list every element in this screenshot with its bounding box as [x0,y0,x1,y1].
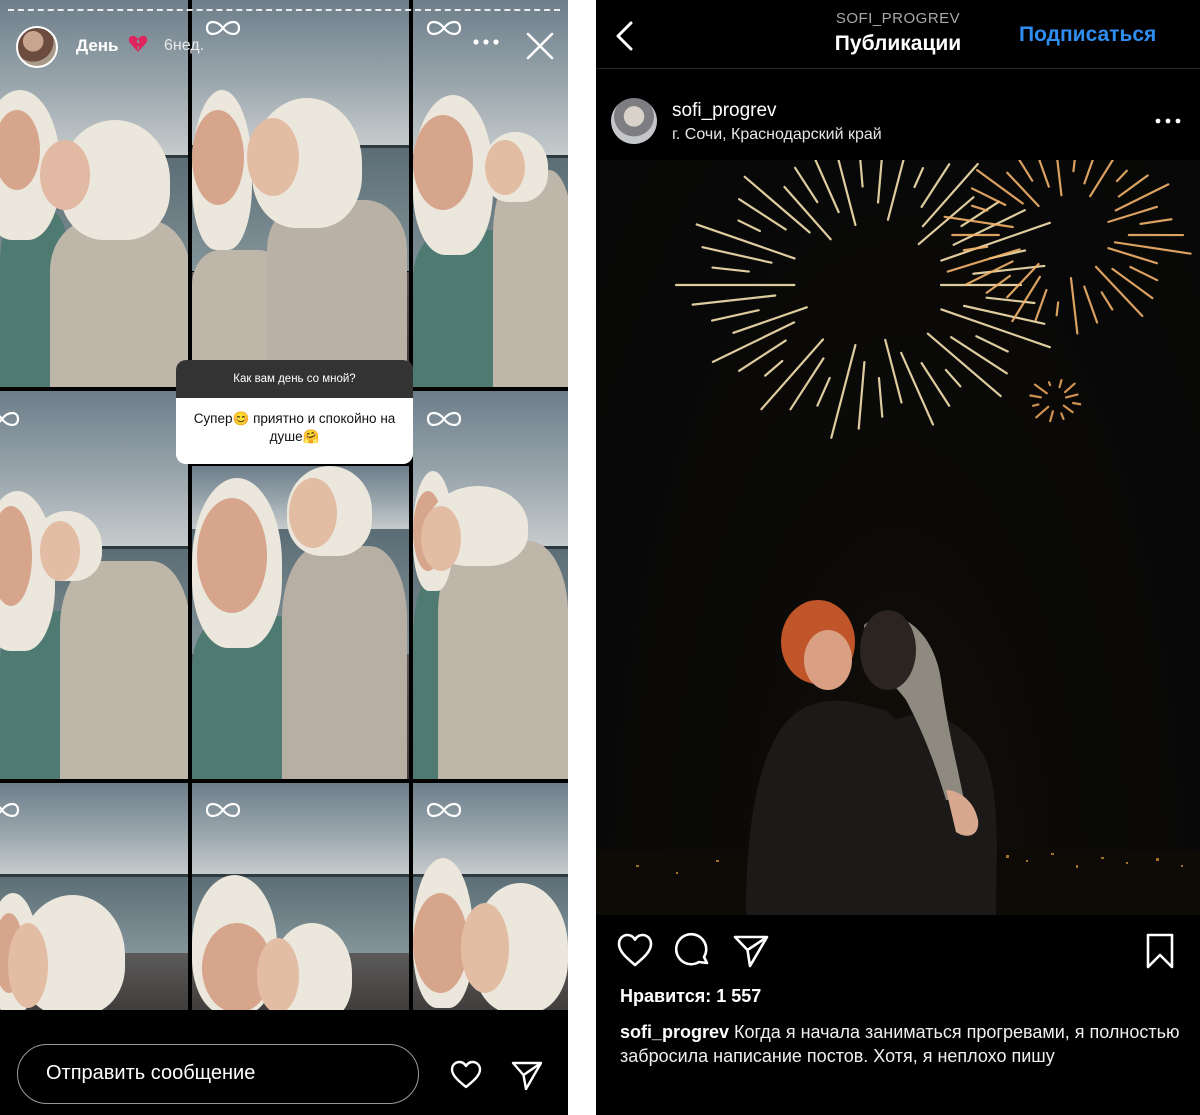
collage-photo [0,783,188,1010]
question-prompt: Как вам день со мной? [176,360,413,398]
story-progress-bar [8,9,560,14]
collage-photo [192,466,409,779]
share-icon[interactable] [732,932,770,970]
infinity-icon [203,800,243,820]
story-header: День 6нед. [0,22,568,72]
more-icon[interactable] [470,32,502,52]
story-title[interactable]: День [76,36,119,56]
infinity-icon [424,800,464,820]
comment-icon[interactable] [674,932,712,970]
question-answer: Супер😊 приятно и спокойно на душе🤗 [193,411,396,444]
infinity-icon [424,409,464,429]
post-actions [596,930,1200,974]
heart-icon[interactable] [616,932,654,970]
collage-photo [413,391,568,779]
post-caption: sofi_progrev Когда я начала заниматься п… [620,1020,1190,1068]
likes-count[interactable]: Нравится: 1 557 [620,986,761,1007]
post-header: sofi_progrev г. Сочи, Краснодарский край [596,86,1200,158]
collage-photo [0,391,188,779]
infinity-icon [0,409,22,429]
post-screen: SOFI_PROGREV Публикации Подписаться sofi… [596,0,1200,1115]
message-input[interactable]: Отправить сообщение [17,1044,419,1104]
heart-icon[interactable] [449,1060,483,1090]
more-icon[interactable] [1152,111,1184,131]
fireworks-sparks [674,160,1192,439]
story-viewer: День 6нед. Как вам день со мной? Супер😊 … [0,0,568,1115]
avatar[interactable] [611,98,657,144]
avatar[interactable] [16,26,58,68]
post-photo[interactable] [596,160,1200,915]
post-username[interactable]: sofi_progrev [672,100,777,122]
story-time: 6нед. [164,37,205,54]
follow-button[interactable]: Подписаться [1019,23,1156,47]
close-icon[interactable] [524,30,556,62]
bookmark-icon[interactable] [1141,932,1179,970]
broken-heart-icon [128,34,148,54]
story-footer: Отправить сообщение [0,1010,568,1115]
send-icon[interactable] [510,1058,544,1092]
question-sticker: Как вам день со мной? Супер😊 приятно и с… [176,360,413,464]
top-nav: SOFI_PROGREV Публикации Подписаться [596,0,1200,69]
post-location[interactable]: г. Сочи, Краснодарский край [672,126,882,144]
story-collage [0,0,568,1010]
infinity-icon [0,800,22,820]
caption-username[interactable]: sofi_progrev [620,1022,729,1042]
